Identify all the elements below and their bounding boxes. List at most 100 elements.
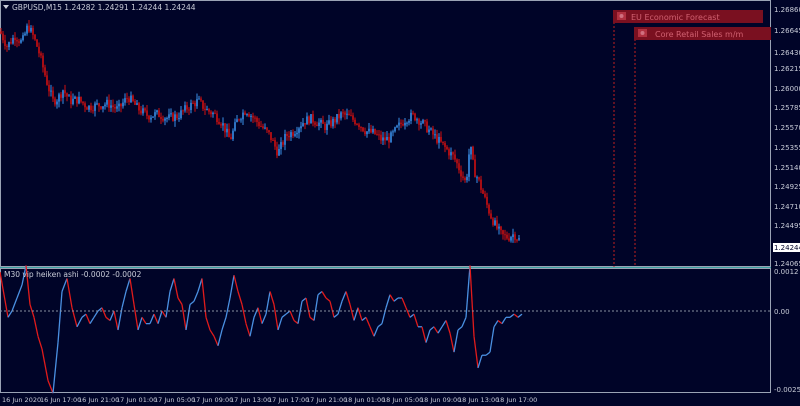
time-tick: 17 Jun 05:00 <box>154 396 195 404</box>
candle-body <box>46 75 48 85</box>
flag-icon <box>638 29 647 37</box>
candle-body <box>56 101 58 105</box>
candle-body <box>444 143 446 147</box>
oscillator-segment <box>105 316 111 321</box>
candle-body <box>392 131 394 133</box>
oscillator-segment <box>261 313 267 324</box>
oscillator-segment <box>461 317 467 328</box>
candle-body <box>314 122 316 125</box>
oscillator-segment <box>509 313 515 318</box>
candle-body <box>4 40 6 47</box>
candle-body <box>398 122 400 126</box>
oscillator-segment <box>37 336 43 350</box>
candle-body <box>396 125 398 128</box>
price-axis[interactable]: 1.26860 1.26645 1.26430 1.26215 1.26000 … <box>774 6 800 268</box>
oscillator-segment <box>133 304 139 331</box>
oscillator-segment <box>381 307 387 324</box>
candle-body <box>110 105 112 108</box>
candle-body <box>132 95 134 101</box>
candle-body <box>282 142 284 145</box>
oscillator-segment <box>273 304 279 331</box>
candle-body <box>292 132 294 136</box>
candle-body <box>114 106 116 109</box>
candle-body <box>494 220 496 225</box>
candle-body <box>24 33 26 36</box>
candle-body <box>182 110 184 112</box>
time-axis[interactable]: 16 Jun 2020 16 Jun 17:00 16 Jun 21:00 17… <box>2 396 537 404</box>
candle-body <box>416 119 418 121</box>
oscillator-segment <box>301 297 307 302</box>
candle-body <box>128 98 130 103</box>
oscillator-segment <box>177 297 183 305</box>
oscillator-segment <box>449 332 455 353</box>
candle-body <box>60 94 62 98</box>
candle-body <box>174 114 176 121</box>
candle-body <box>138 103 140 111</box>
oscillator-segment <box>425 329 431 343</box>
candle-body <box>286 133 288 136</box>
oscillator-segment <box>149 313 155 324</box>
oscillator-segment <box>445 320 451 334</box>
oscillator-segment <box>213 336 219 347</box>
candle-body <box>384 137 386 141</box>
time-tick: 18 Jun 09:00 <box>420 396 461 404</box>
oscillator-segment <box>469 265 475 337</box>
candle-body <box>240 119 242 121</box>
price-tick: 1.25570 <box>774 124 800 132</box>
candle-body <box>250 115 252 117</box>
candle-body <box>304 123 306 125</box>
candle-body <box>328 120 330 124</box>
oscillator-segment <box>453 329 459 353</box>
candle-body <box>32 27 34 35</box>
indicator-pane-frame <box>0 268 771 393</box>
candle-body <box>316 124 318 127</box>
candle-body <box>340 112 342 119</box>
candle-body <box>334 118 336 123</box>
oscillator-segment <box>313 294 319 321</box>
candle-body <box>202 100 204 109</box>
oscillator-segment <box>137 317 143 331</box>
oscillator-segment <box>517 313 523 318</box>
candle-body <box>472 146 474 160</box>
event-label-1[interactable]: EU Economic Forecast <box>613 10 763 23</box>
oscillator-segment <box>353 307 359 321</box>
candle-body <box>16 40 18 42</box>
candle-body <box>160 117 162 119</box>
candle-body <box>104 104 106 107</box>
candle-body <box>170 113 172 115</box>
oscillator-segment <box>333 313 339 318</box>
price-chart-canvas[interactable]: EU Economic Forecast Core Retail Sales m… <box>0 0 800 406</box>
candle-body <box>390 132 392 143</box>
candle-body <box>266 127 268 131</box>
candle-body <box>326 123 328 131</box>
time-tick: 16 Jun 21:00 <box>78 396 119 404</box>
candle-body <box>64 90 66 94</box>
candle-body <box>158 110 160 118</box>
candle-body <box>294 134 296 136</box>
oscillator-segment <box>289 310 295 321</box>
candle-body <box>180 110 182 119</box>
candle-body <box>178 118 180 120</box>
indicator-axis[interactable]: 0.0012 0.00 -0.0025 <box>774 268 800 394</box>
candle-body <box>102 106 104 109</box>
candle-body <box>78 96 80 104</box>
candle-body <box>2 33 4 41</box>
candle-body <box>0 31 2 34</box>
candle-body <box>34 34 36 40</box>
oscillator-segment <box>165 291 171 318</box>
candle-body <box>312 114 314 123</box>
event-label-2[interactable]: Core Retail Sales m/m <box>634 27 771 40</box>
candle-body <box>48 84 50 92</box>
oscillator-segment <box>457 326 463 331</box>
candle-body <box>106 99 108 105</box>
candle-body <box>220 124 222 126</box>
oscillator-segment <box>485 351 491 356</box>
oscillator-segment <box>197 278 203 292</box>
candle-body <box>222 123 224 126</box>
oscillator-segment <box>7 310 13 318</box>
oscillator-segment <box>189 300 195 306</box>
oscillator-segment <box>85 313 91 324</box>
symbol-dropdown-icon[interactable] <box>3 5 9 9</box>
candle-body <box>12 37 14 44</box>
oscillator-segment <box>329 301 335 318</box>
